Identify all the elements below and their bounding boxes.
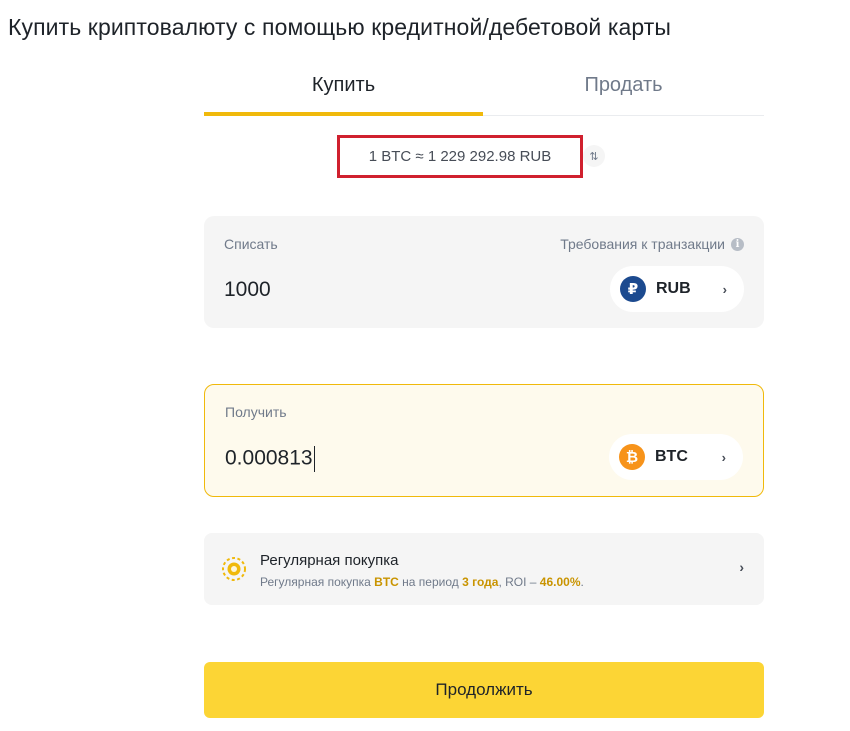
spend-amount-value: 1000 [224,278,271,301]
exchange-rate: 1 BTC ≈ 1 229 292.98 RUB [337,135,583,178]
text-cursor [313,446,315,472]
recurring-buy-icon [222,557,246,581]
recurring-buy-description: Регулярная покупка BTC на период 3 года,… [260,575,584,589]
recurring-desc-roi-value: 46.00% [539,575,581,589]
transaction-requirements-link[interactable]: Требования к транзакции i [560,236,744,252]
receive-currency-code: BTC [655,448,688,465]
trade-tabs: Купить Продать [204,66,764,116]
swap-rate-icon[interactable]: ⇅ [583,145,605,167]
tab-sell[interactable]: Продать [483,66,764,116]
chevron-right-icon: › [722,281,727,297]
rub-coin-icon: ₽ [620,276,646,302]
transaction-requirements-label: Требования к транзакции [560,236,725,252]
spend-currency-selector[interactable]: ₽ RUB › [610,266,744,312]
recurring-desc-end: . [580,575,584,589]
recurring-desc-period: 3 года [462,575,499,589]
recurring-buy-option[interactable]: Регулярная покупка Регулярная покупка BT… [204,533,764,605]
receive-label: Получить [225,404,287,420]
continue-button[interactable]: Продолжить [204,662,764,718]
recurring-desc-roi-label: , ROI – [498,575,537,589]
btc-coin-icon: ₿ [619,444,645,470]
recurring-desc-coin: BTC [374,575,399,589]
receive-card: Получить 0.000813 ₿ BTC › [204,384,764,497]
spend-currency-code: RUB [656,280,691,297]
info-icon: i [731,237,744,251]
exchange-rate-text: 1 BTC ≈ 1 229 292.98 RUB [368,148,552,165]
recurring-buy-title: Регулярная покупка [260,552,399,569]
receive-amount-input[interactable]: 0.000813 [225,446,315,472]
tab-buy[interactable]: Купить [204,66,483,116]
receive-amount-value: 0.000813 [225,446,313,470]
recurring-desc-prefix: Регулярная покупка [260,575,371,589]
chevron-right-icon: › [739,559,744,575]
spend-label: Списать [224,236,278,252]
spend-amount-input[interactable]: 1000 [224,278,271,302]
recurring-desc-mid: на период [402,575,459,589]
chevron-right-icon: › [721,449,726,465]
receive-currency-selector[interactable]: ₿ BTC › [609,434,743,480]
page-title: Купить криптовалюту с помощью кредитной/… [8,14,672,40]
spend-card: Списать Требования к транзакции i 1000 ₽… [204,216,764,328]
